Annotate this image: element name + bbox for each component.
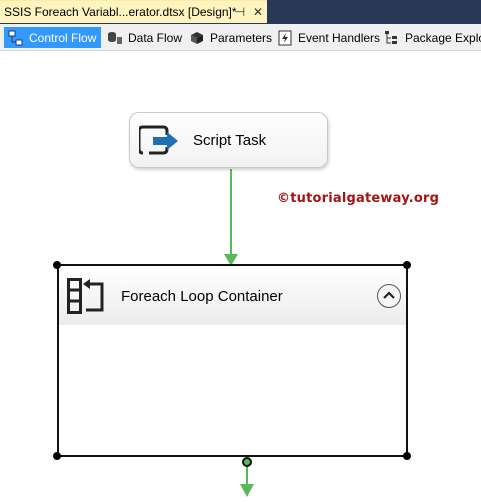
- watermark-text: ©tutorialgateway.org: [277, 191, 440, 206]
- resize-handle-bottom-right[interactable]: [403, 452, 411, 460]
- resize-handle-bottom-left[interactable]: [53, 452, 61, 460]
- connector-handle[interactable]: [242, 457, 252, 467]
- foreach-loop-container-label: Foreach Loop Container: [121, 288, 283, 305]
- script-task-icon: [139, 125, 178, 155]
- script-task-label: Script Task: [193, 132, 267, 149]
- chevron-up-icon: [383, 291, 395, 299]
- resize-handle-top-left[interactable]: [53, 261, 61, 269]
- collapse-button[interactable]: [377, 284, 401, 308]
- script-task[interactable]: Script Task: [129, 112, 328, 168]
- foreach-loop-container[interactable]: Foreach Loop Container: [57, 264, 408, 457]
- container-header[interactable]: Foreach Loop Container: [59, 266, 406, 325]
- resize-handle-top-right[interactable]: [403, 261, 411, 269]
- foreach-loop-icon: [67, 278, 104, 314]
- output-arrowhead: [240, 484, 254, 497]
